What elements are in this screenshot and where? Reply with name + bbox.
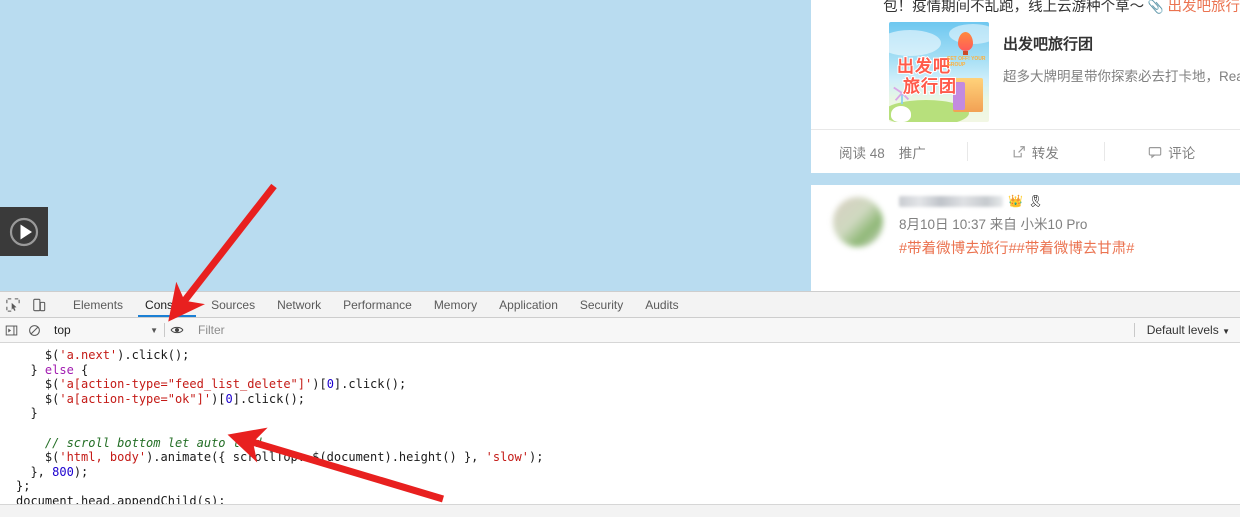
feed-card-user-post: 👑 🎗 8月10日 10:37 来自 小米10 Pro #带着微博去旅行##带着… [811, 185, 1240, 291]
repost-label: 转发 [1032, 142, 1059, 162]
post-hashtags[interactable]: #带着微博去旅行##带着微博去甘肃# [899, 237, 1234, 261]
execution-context-value: top [54, 323, 71, 337]
devtools-status-bar [0, 504, 1240, 517]
read-count-value: 48 [870, 146, 885, 161]
log-levels-label: Default levels [1147, 323, 1219, 337]
console-line: document.head.appendChild(s); [0, 494, 1240, 504]
devtools-tab-bar: Elements Console Sources Network Perform… [0, 292, 1240, 318]
promo-post-text: 包！疫情期间不乱跑，线上云游种个草～ 📎 出发吧旅行 [811, 0, 1240, 18]
console-line: }; [0, 479, 1240, 494]
console-line: }, 800); [0, 465, 1240, 480]
username-redacted[interactable] [899, 196, 1003, 207]
inspect-element-icon[interactable] [0, 292, 26, 317]
console-line: $('html, body').animate({ scrollTop: $(d… [0, 450, 1240, 465]
promo-thumbnail-image[interactable]: 出发吧 旅行团 SET OFF! YOUR GROUP [889, 22, 989, 122]
promo-stats-group: 阅读 48 推广 [811, 130, 967, 173]
promote-button[interactable]: 推广 [899, 142, 926, 162]
comment-button[interactable]: 评论 [1104, 130, 1240, 173]
console-line: $('a[action-type="feed_list_delete"]')[0… [0, 377, 1240, 392]
execute-sidebar-icon[interactable] [0, 324, 23, 337]
thumb-snowman [891, 106, 911, 122]
promo-card-action-bar: 阅读 48 推广 转发 [811, 129, 1240, 173]
tab-audits[interactable]: Audits [634, 292, 689, 317]
repost-icon [1012, 145, 1026, 159]
comment-icon [1148, 145, 1162, 159]
tab-network[interactable]: Network [266, 292, 332, 317]
play-circle-icon[interactable] [7, 215, 41, 249]
log-levels-dropdown[interactable]: Default levels ▼ [1135, 323, 1240, 337]
chevron-down-icon-2: ▼ [1222, 327, 1230, 336]
thumb-hot-air-balloon-icon [958, 32, 973, 51]
console-line [0, 421, 1240, 436]
tab-application[interactable]: Application [488, 292, 569, 317]
user-post-body: 👑 🎗 8月10日 10:37 来自 小米10 Pro #带着微博去旅行##带着… [811, 185, 1240, 291]
tab-security[interactable]: Security [569, 292, 634, 317]
console-filter-bar: top ▼ Default levels ▼ [0, 318, 1240, 343]
tab-memory[interactable]: Memory [423, 292, 488, 317]
tab-sources[interactable]: Sources [200, 292, 266, 317]
promo-card-body[interactable]: 出发吧 旅行团 SET OFF! YOUR GROUP 出发吧旅行团 超多大牌明… [889, 22, 1240, 122]
read-count-label: 阅读 48 [839, 142, 885, 162]
feed-card-promotion: 包！疫情期间不乱跑，线上云游种个草～ 📎 出发吧旅行 [811, 0, 1240, 173]
crown-emoji-icon: 👑 [1008, 195, 1023, 207]
user-post-content: 👑 🎗 8月10日 10:37 来自 小米10 Pro #带着微博去旅行##带着… [899, 191, 1234, 261]
promo-card-meta: 出发吧旅行团 超多大牌明星带你探索必去打卡地，Ready! [1003, 22, 1240, 122]
chevron-down-icon: ▼ [150, 326, 164, 335]
post-timestamp: 8月10日 10:37 来自 小米10 Pro [899, 213, 1234, 237]
devtools-tabs: Elements Console Sources Network Perform… [62, 292, 690, 317]
thumb-title-en: SET OFF! YOUR GROUP [947, 56, 989, 68]
browser-page-viewport: 包！疫情期间不乱跑，线上云游种个草～ 📎 出发吧旅行 [0, 0, 1240, 291]
console-line: $('a[action-type="ok"]')[0].click(); [0, 392, 1240, 407]
console-line: $('a.next').click(); [0, 348, 1240, 363]
comment-label: 评论 [1168, 142, 1195, 162]
promo-topic-link[interactable]: 出发吧旅行 [1168, 0, 1240, 15]
console-line: } else { [0, 363, 1240, 378]
repost-button[interactable]: 转发 [967, 130, 1104, 173]
weibo-feed-column: 包！疫情期间不乱跑，线上云游种个草～ 📎 出发吧旅行 [811, 0, 1240, 291]
promo-card-title[interactable]: 出发吧旅行团 [1003, 34, 1240, 56]
console-filter-input[interactable] [196, 321, 1134, 339]
console-line: // scroll bottom let auto load [0, 436, 1240, 451]
avatar[interactable] [833, 197, 883, 247]
balloon-emoji-icon: 🎗 [1028, 195, 1043, 207]
tab-elements[interactable]: Elements [62, 292, 134, 317]
tab-performance[interactable]: Performance [332, 292, 423, 317]
devtools-panel: Elements Console Sources Network Perform… [0, 291, 1240, 517]
username-row: 👑 🎗 [899, 191, 1234, 211]
promo-card-description: 超多大牌明星带你探索必去打卡地，Ready! [1003, 66, 1240, 88]
promo-post-text-tail: 包！疫情期间不乱跑，线上云游种个草～ [883, 0, 1144, 15]
live-expression-icon[interactable] [165, 323, 188, 337]
tab-console[interactable]: Console [134, 292, 200, 317]
thumb-title-line2: 旅行团 [903, 72, 957, 97]
video-play-widget[interactable] [0, 207, 48, 256]
console-line: } [0, 406, 1240, 421]
paperclip-icon: 📎 [1144, 0, 1167, 14]
device-toolbar-icon[interactable] [26, 292, 52, 317]
console-output[interactable]: $('a.next').click(); } else { $('a[actio… [0, 344, 1240, 504]
execution-context-selector[interactable]: top ▼ [54, 323, 164, 337]
clear-console-icon[interactable] [23, 324, 46, 337]
